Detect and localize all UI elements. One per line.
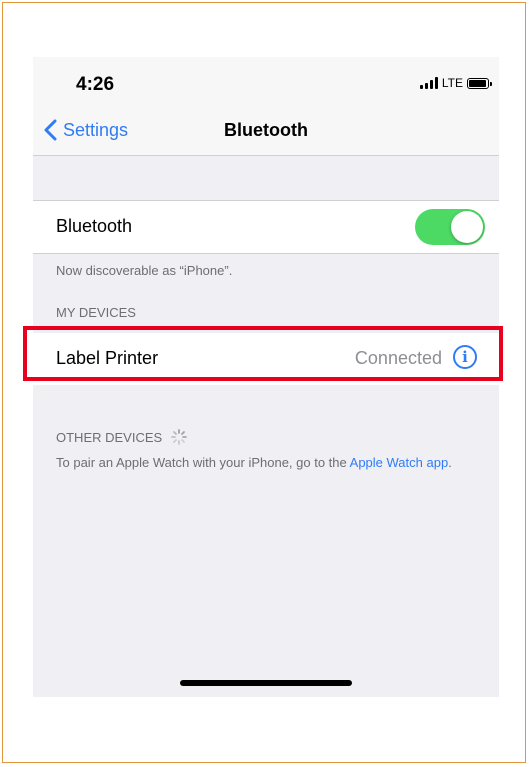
other-devices-header: OTHER DEVICES: [56, 428, 188, 446]
status-time: 4:26: [76, 74, 115, 95]
discoverable-note: Now discoverable as “iPhone”.: [56, 263, 233, 278]
highlight-annotation: [23, 326, 503, 381]
status-indicators: LTE: [419, 75, 492, 91]
apple-watch-note: To pair an Apple Watch with your iPhone,…: [56, 454, 476, 471]
apple-watch-app-link[interactable]: Apple Watch app: [350, 455, 449, 470]
note-suffix: .: [448, 455, 452, 470]
page-title: Bluetooth: [224, 120, 308, 140]
other-devices-label: OTHER DEVICES: [56, 429, 163, 445]
status-bar: 4:26 LTE: [33, 57, 499, 103]
battery-icon: [467, 77, 492, 89]
bluetooth-toggle[interactable]: [415, 209, 485, 245]
loading-spinner-icon: [171, 429, 188, 445]
navigation-bar: Settings Bluetooth: [33, 103, 499, 156]
signal-icon: [419, 77, 438, 89]
toggle-knob: [451, 211, 483, 243]
network-label: LTE: [441, 76, 463, 90]
my-devices-header: MY DEVICES: [56, 305, 136, 320]
bluetooth-row: Bluetooth: [33, 200, 499, 254]
home-indicator[interactable]: [180, 680, 352, 686]
note-text: To pair an Apple Watch with your iPhone,…: [56, 455, 347, 470]
bluetooth-label: Bluetooth: [56, 216, 133, 236]
